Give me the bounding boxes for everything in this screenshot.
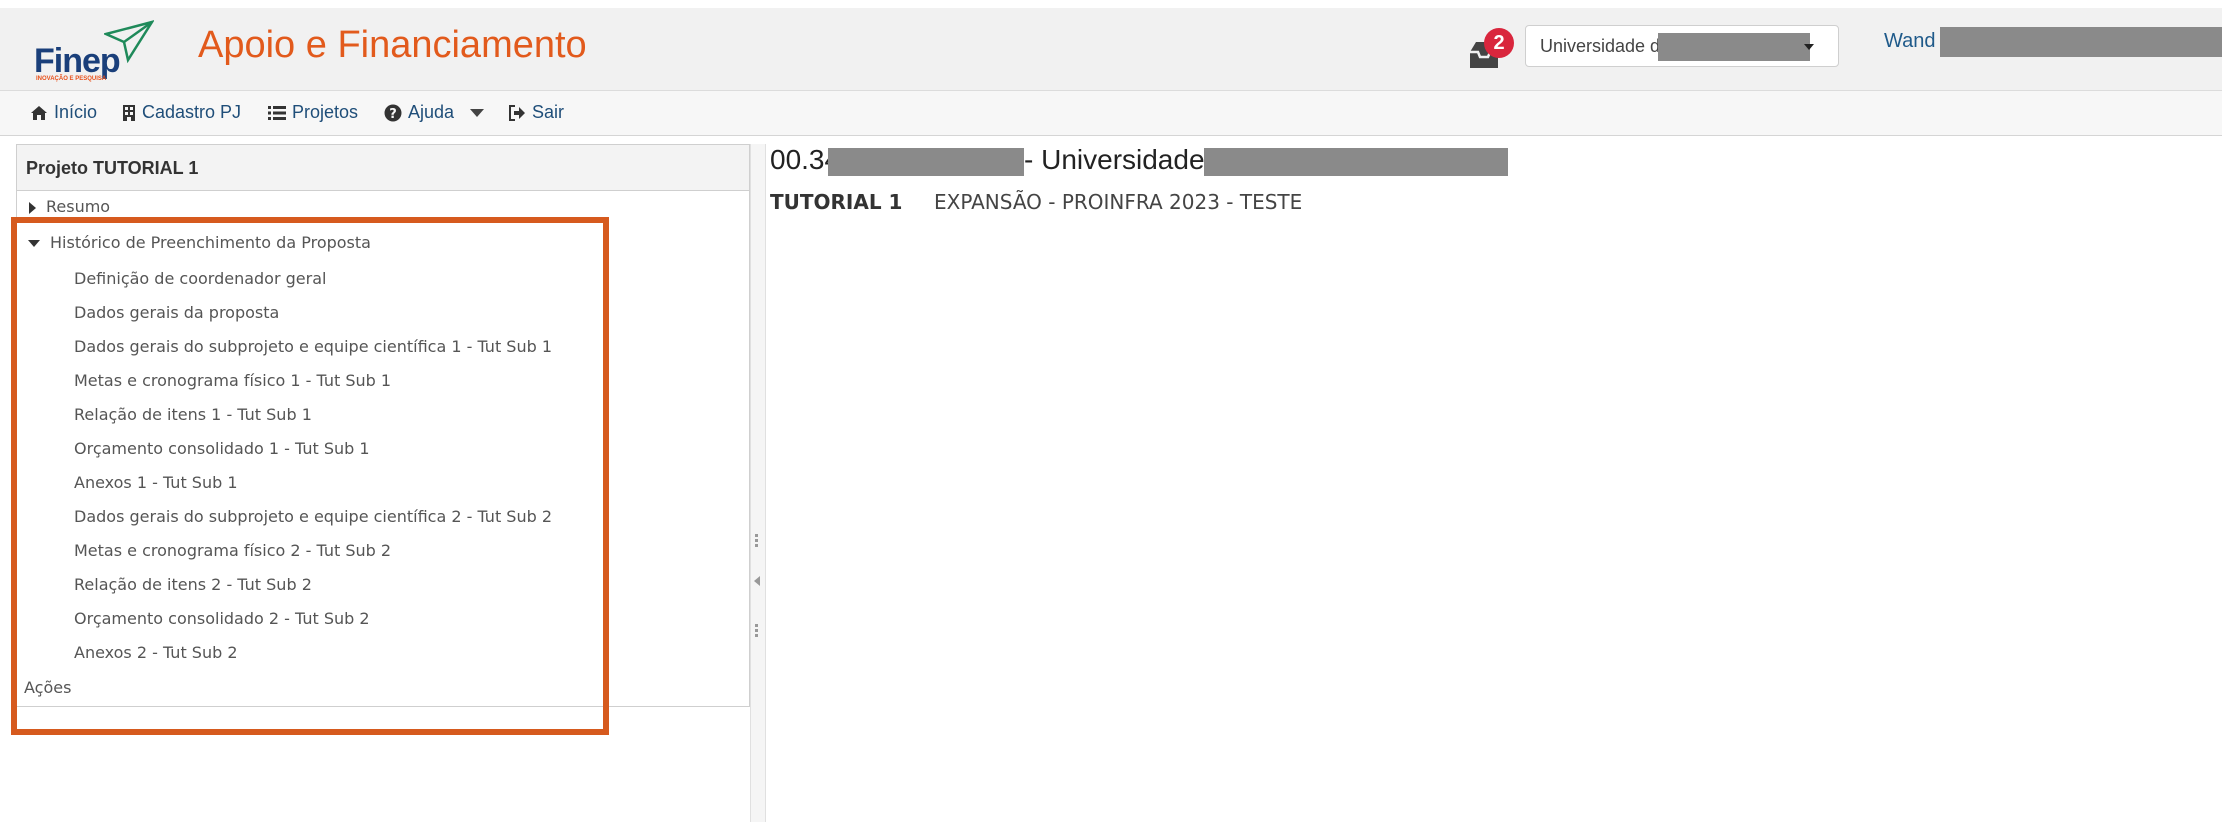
paper-plane-icon [104,20,154,64]
tree-item[interactable]: Relação de itens 1 - Tut Sub 1 [74,405,312,424]
tree-item[interactable]: Metas e cronograma físico 1 - Tut Sub 1 [74,371,391,390]
tree-node-resumo[interactable]: Resumo [29,197,110,216]
project-tree-panel: Projeto TUTORIAL 1 Resumo Histórico de P… [16,144,750,707]
tree-node-label: Histórico de Preenchimento da Proposta [50,233,371,252]
drag-handle-icon [755,622,759,639]
tree-node-label: Resumo [46,197,111,216]
app-header: Finep INOVAÇÃO E PESQUISA Apoio e Financ… [0,8,2222,91]
app-title: Apoio e Financiamento [198,24,587,66]
project-code: TUTORIAL 1 [770,190,903,214]
notification-badge: 2 [1484,28,1514,58]
project-description: EXPANSÃO - PROINFRA 2023 - TESTE [934,190,1303,214]
panel-title: Projeto TUTORIAL 1 [17,145,749,191]
caret-down-icon [1804,44,1814,50]
notification-button[interactable]: 2 [1466,28,1518,72]
nav-label: Projetos [292,102,359,122]
tree-item[interactable]: Definição de coordenador geral [74,269,326,288]
user-name[interactable]: Wand [1884,30,1936,53]
tree-item[interactable]: Dados gerais do subprojeto e equipe cien… [74,337,552,356]
nav-label: Sair [532,102,565,122]
nav-label: Ajuda [408,102,455,122]
redacted-block [1658,33,1810,61]
sign-out-icon [508,104,526,121]
question-icon: ? [384,104,402,122]
nav-label: Início [54,102,98,122]
logo-tagline: INOVAÇÃO E PESQUISA [36,76,107,82]
tree-item[interactable]: Relação de itens 2 - Tut Sub 2 [74,575,312,594]
building-icon [122,104,136,122]
main-nav: Início Cadastro PJ Projetos ? Ajuda Sair [0,91,2222,136]
tree-node-acoes[interactable]: Ações [24,678,71,697]
organization-select-value: Universidade d [1540,36,1661,56]
home-icon [30,105,48,121]
list-icon [268,105,286,121]
nav-ajuda[interactable]: ? Ajuda [384,102,454,123]
svg-text:?: ? [389,107,397,122]
organization-select[interactable]: Universidade d [1525,25,1839,67]
nav-label: Cadastro PJ [142,102,242,122]
caret-down-icon [28,240,40,247]
panel-splitter[interactable] [750,144,766,822]
tree-item[interactable]: Orçamento consolidado 1 - Tut Sub 1 [74,439,370,458]
ajuda-dropdown-caret-icon[interactable] [470,109,484,117]
caret-right-icon [29,201,36,214]
finep-logo[interactable]: Finep INOVAÇÃO E PESQUISA [34,20,154,82]
tree-item[interactable]: Anexos 2 - Tut Sub 2 [74,643,238,662]
tree-item[interactable]: Anexos 1 - Tut Sub 1 [74,473,238,492]
redacted-block [1204,148,1508,176]
nav-projetos[interactable]: Projetos [268,102,358,123]
drag-handle-icon [755,532,759,549]
collapse-left-icon[interactable] [754,576,760,586]
redacted-block [1940,27,2222,57]
nav-inicio[interactable]: Início [30,102,97,123]
redacted-block [828,148,1024,176]
tree-item[interactable]: Dados gerais do subprojeto e equipe cien… [74,507,552,526]
nav-sair[interactable]: Sair [508,102,564,123]
tree-node-historico[interactable]: Histórico de Preenchimento da Proposta [28,233,371,252]
tree-item[interactable]: Dados gerais da proposta [74,303,279,322]
tree-item[interactable]: Metas e cronograma físico 2 - Tut Sub 2 [74,541,391,560]
project-title-institution: - Universidade [1024,144,1205,175]
tree-item[interactable]: Orçamento consolidado 2 - Tut Sub 2 [74,609,370,628]
nav-cadastro-pj[interactable]: Cadastro PJ [122,102,241,123]
